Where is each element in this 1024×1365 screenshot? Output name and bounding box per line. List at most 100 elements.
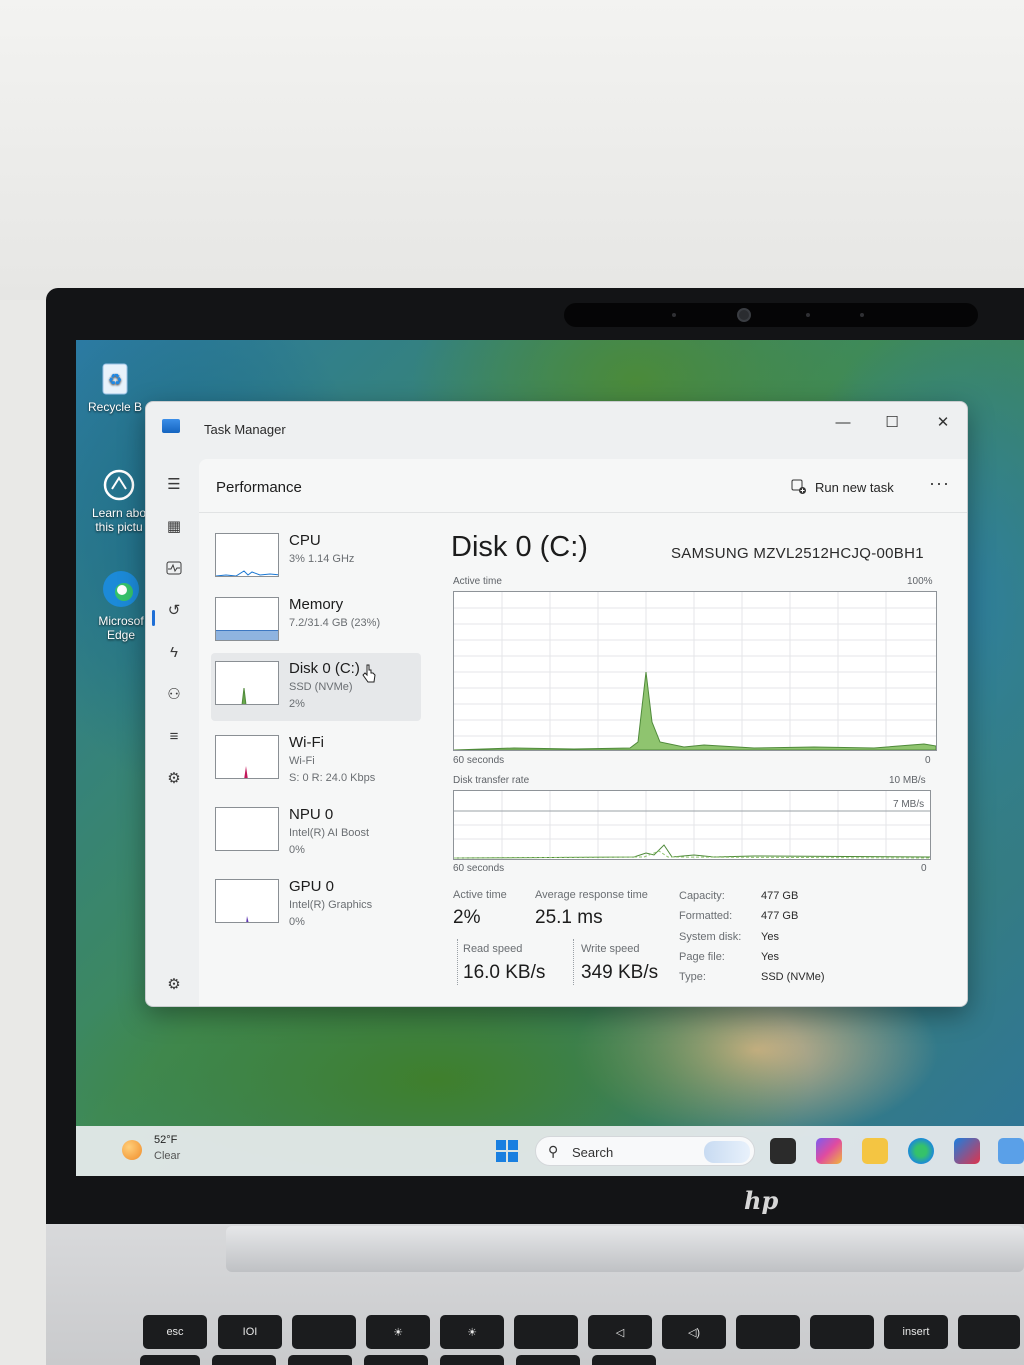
device-detail-title: Disk 0 (C:)	[451, 531, 588, 563]
transfer-rate-chart	[453, 791, 931, 859]
key-f3[interactable]: ☀	[366, 1315, 430, 1349]
webcam-lens	[737, 308, 751, 322]
m365-copilot-icon[interactable]	[816, 1138, 842, 1164]
key-f1[interactable]: IOI	[218, 1315, 282, 1349]
graph1-label: Active time	[453, 576, 502, 587]
disk-thumbnail-graph	[215, 661, 279, 705]
key-f8[interactable]	[736, 1315, 800, 1349]
hinge-strip	[226, 1226, 1024, 1272]
hamburger-menu-icon[interactable]: ☰	[158, 470, 190, 498]
start-button[interactable]	[496, 1140, 518, 1162]
recycle-bin-label: Recycle B	[87, 400, 143, 414]
recycle-bin-shortcut[interactable]: ♻ Recycle B	[80, 358, 150, 414]
services-icon[interactable]: ⚙	[158, 764, 190, 792]
key-row-2[interactable]	[516, 1355, 580, 1365]
key-row-2[interactable]	[592, 1355, 656, 1365]
sensor-dot	[672, 313, 676, 317]
device-name: Wi-Fi	[289, 734, 324, 751]
window-title: Task Manager	[204, 422, 286, 437]
key-f5[interactable]	[514, 1315, 578, 1349]
transfer-rate-graph	[453, 790, 931, 860]
recycle-bin-icon: ♻	[102, 363, 128, 395]
task-manager-taskbar-icon[interactable]	[998, 1138, 1024, 1164]
details-icon[interactable]: ≡	[158, 722, 190, 750]
search-icon: ⚲	[548, 1143, 559, 1159]
learn-about-picture-shortcut[interactable]: Learn abo this pictu	[84, 468, 154, 534]
device-item-cpu[interactable]: CPU 3% 1.14 GHz	[211, 525, 421, 591]
system-disk-key: System disk:	[679, 931, 742, 943]
device-item-memory[interactable]: Memory 7.2/31.4 GB (23%)	[211, 589, 421, 655]
task-manager-window: Task Manager — ☐ ✕ ☰ ▦ ↺ ϟ ⚇ ≡ ⚙ ⚙ Perfo…	[145, 401, 968, 1007]
settings-gear-icon[interactable]: ⚙	[158, 970, 190, 998]
background-wall	[0, 0, 1024, 300]
performance-icon[interactable]	[158, 554, 190, 582]
active-time-graph	[453, 591, 937, 751]
key-f4[interactable]: ☀	[440, 1315, 504, 1349]
navigation-rail: ☰ ▦ ↺ ϟ ⚇ ≡ ⚙ ⚙	[146, 454, 198, 1006]
write-speed-separator	[573, 939, 574, 985]
windows-logo-icon	[496, 1140, 506, 1150]
device-item-disk-0[interactable]: Disk 0 (C:) SSD (NVMe) 2%	[211, 653, 421, 721]
graph1-max: 100%	[907, 576, 933, 587]
key-f7[interactable]: ◁)	[662, 1315, 726, 1349]
page-file-value: Yes	[761, 951, 779, 963]
device-usage: 0%	[289, 916, 305, 928]
key-f9[interactable]	[810, 1315, 874, 1349]
key-row-2[interactable]	[440, 1355, 504, 1365]
pulse-icon	[166, 561, 182, 575]
avg-response-value: 25.1 ms	[535, 907, 603, 928]
cpu-thumbnail-graph	[215, 533, 279, 577]
close-button[interactable]: ✕	[923, 408, 963, 436]
key-row-2[interactable]	[288, 1355, 352, 1365]
key-f2[interactable]	[292, 1315, 356, 1349]
edge-taskbar-icon[interactable]	[908, 1138, 934, 1164]
graph2-inner-max: 7 MB/s	[893, 799, 925, 810]
device-item-npu-0[interactable]: NPU 0 Intel(R) AI Boost 0%	[211, 799, 421, 869]
task-view-icon[interactable]	[770, 1138, 796, 1164]
taskbar-search[interactable]: ⚲ Search	[535, 1136, 755, 1166]
key-row-2[interactable]	[364, 1355, 428, 1365]
windows-logo-icon	[508, 1152, 518, 1162]
key-insert[interactable]: insert	[884, 1315, 948, 1349]
title-bar[interactable]: Task Manager — ☐ ✕	[146, 402, 967, 454]
capacity-key: Capacity:	[679, 890, 725, 902]
store-icon[interactable]	[954, 1138, 980, 1164]
key-row-2[interactable]	[140, 1355, 200, 1365]
device-usage: 0%	[289, 844, 305, 856]
key-esc[interactable]: esc	[143, 1315, 207, 1349]
device-detail: 7.2/31.4 GB (23%)	[289, 617, 381, 629]
file-explorer-icon[interactable]	[862, 1138, 888, 1164]
run-task-icon	[791, 479, 806, 494]
maximize-button[interactable]: ☐	[872, 408, 912, 436]
device-item-wifi[interactable]: Wi-Fi Wi-Fi S: 0 R: 24.0 Kbps	[211, 727, 421, 797]
device-throughput: S: 0 R: 24.0 Kbps	[289, 772, 376, 784]
wifi-sparkline	[244, 766, 248, 778]
windows-logo-icon	[508, 1140, 518, 1150]
system-disk-value: Yes	[761, 931, 779, 943]
capacity-value: 477 GB	[761, 890, 799, 902]
startup-apps-icon[interactable]: ϟ	[158, 638, 190, 666]
device-item-gpu-0[interactable]: GPU 0 Intel(R) Graphics 0%	[211, 871, 421, 941]
run-new-task-button[interactable]: Run new task	[791, 475, 894, 499]
memory-thumbnail-graph	[215, 597, 279, 641]
graph1-x-right: 0	[925, 755, 931, 766]
key-f6[interactable]: ◁	[588, 1315, 652, 1349]
formatted-key: Formatted:	[679, 910, 733, 922]
more-options-button[interactable]: ···	[929, 473, 950, 494]
avg-response-label: Average response time	[535, 889, 648, 901]
app-history-icon[interactable]: ↺	[158, 596, 190, 624]
users-icon[interactable]: ⚇	[158, 680, 190, 708]
learn-label-line2: this pictu	[95, 520, 143, 534]
disk-model: SAMSUNG MZVL2512HCJQ-00BH1	[671, 545, 924, 562]
minimize-button[interactable]: —	[823, 408, 863, 436]
key-row-2[interactable]	[212, 1355, 276, 1365]
search-highlight-art	[704, 1141, 750, 1163]
gpu-thumbnail-graph	[215, 879, 279, 923]
device-detail: SSD (NVMe)	[289, 681, 353, 693]
key-airplane[interactable]	[958, 1315, 1020, 1349]
read-speed-label: Read speed	[463, 943, 523, 955]
device-usage: 2%	[289, 698, 305, 710]
processes-icon[interactable]: ▦	[158, 512, 190, 540]
weather-temperature: 52°F	[154, 1134, 178, 1146]
windows-logo-icon	[496, 1152, 506, 1162]
